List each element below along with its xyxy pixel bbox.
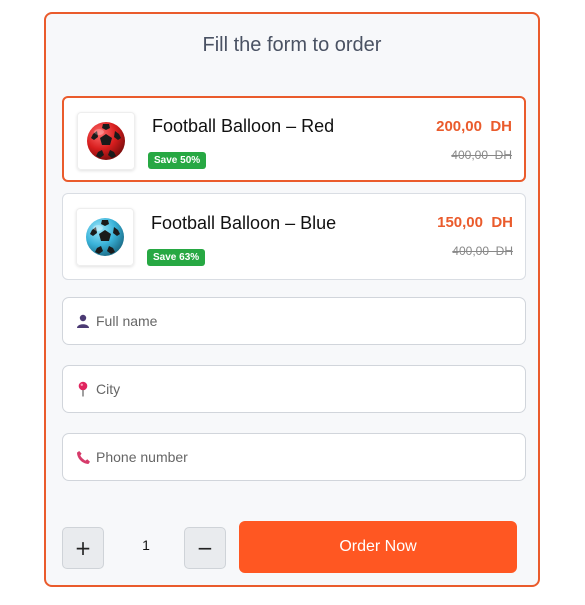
quantity-value: 1	[142, 537, 150, 553]
location-pin-icon	[75, 381, 91, 397]
product-price: 150,00 DH	[437, 214, 513, 231]
city-input[interactable]	[94, 380, 498, 398]
phone-input[interactable]	[94, 448, 498, 466]
product-image-blue-ball	[76, 208, 134, 266]
product-old-price: 400,00 DH	[452, 244, 513, 258]
discount-badge: Save 63%	[147, 249, 206, 266]
product-name: Football Balloon – Blue	[151, 213, 337, 233]
form-title: Fill the form to order	[202, 34, 382, 56]
discount-badge: Save 50%	[148, 152, 207, 169]
product-option-blue[interactable]: Football Balloon – Blue Save 63% 150,00 …	[62, 193, 526, 280]
phone-field[interactable]	[62, 433, 526, 481]
quantity-decrease-button[interactable]: −	[184, 527, 226, 569]
order-form-card: Fill the form to order Football Balloon …	[44, 12, 540, 587]
product-image-red-ball	[77, 112, 135, 170]
city-field[interactable]	[62, 365, 526, 413]
product-price: 200,00 DH	[436, 118, 512, 135]
product-option-red[interactable]: Football Balloon – Red Save 50% 200,00 D…	[62, 96, 526, 182]
quantity-increase-button[interactable]: +	[62, 527, 104, 569]
phone-icon	[75, 449, 91, 465]
football-icon	[86, 218, 124, 256]
product-old-price: 400,00 DH	[451, 148, 512, 162]
product-name: Football Balloon – Red	[152, 116, 335, 136]
user-icon	[75, 313, 91, 329]
full-name-field[interactable]	[62, 297, 526, 345]
football-icon	[87, 122, 125, 160]
full-name-input[interactable]	[94, 312, 498, 330]
order-now-button[interactable]: Order Now	[239, 521, 517, 573]
